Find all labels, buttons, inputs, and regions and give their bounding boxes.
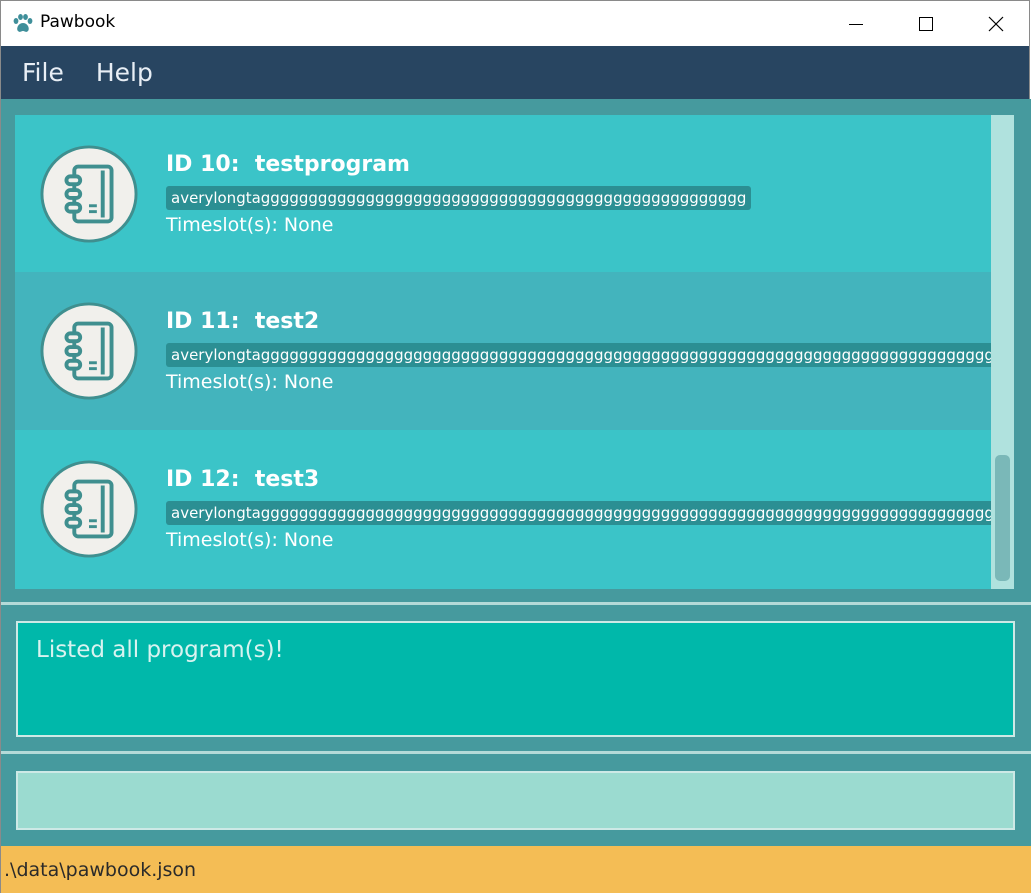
result-text: Listed all program(s)! bbox=[36, 637, 284, 663]
program-title: ID 11: test2 bbox=[166, 309, 320, 334]
result-display: Listed all program(s)! bbox=[16, 621, 1015, 737]
program-card[interactable]: ID 10: testprogram averylongtagggggggggg… bbox=[15, 115, 991, 273]
program-card[interactable]: ID 12: test3 averylongtagggggggggggggggg… bbox=[15, 430, 991, 588]
command-box[interactable] bbox=[16, 771, 1015, 830]
program-tag: averylongtaggggggggggggggggggggggggggggg… bbox=[166, 501, 991, 525]
program-card[interactable]: ID 11: test2 averylongtagggggggggggggggg… bbox=[15, 272, 991, 430]
notebook-icon bbox=[40, 302, 138, 400]
paw-icon bbox=[13, 14, 33, 32]
divider bbox=[1, 602, 1031, 605]
program-tag: averylongtaggggggggggggggggggggggggggggg… bbox=[166, 186, 752, 210]
save-location: .\data\pawbook.json bbox=[4, 858, 197, 881]
program-timeslot: Timeslot(s): None bbox=[166, 529, 334, 551]
divider bbox=[1, 751, 1031, 754]
menu-help[interactable]: Help bbox=[85, 58, 164, 87]
command-input[interactable] bbox=[18, 773, 1013, 828]
close-icon bbox=[988, 16, 1004, 31]
window-title: Pawbook bbox=[40, 12, 116, 32]
minimize-button[interactable] bbox=[821, 1, 891, 46]
notebook-icon bbox=[40, 460, 138, 558]
minimize-icon bbox=[849, 23, 863, 25]
status-bar: .\data\pawbook.json bbox=[1, 846, 1031, 893]
program-timeslot: Timeslot(s): None bbox=[166, 371, 334, 393]
notebook-icon bbox=[40, 145, 138, 243]
scrollbar-thumb[interactable] bbox=[995, 455, 1010, 581]
program-title: ID 10: testprogram bbox=[166, 152, 410, 177]
main-area: ID 10: testprogram averylongtagggggggggg… bbox=[1, 99, 1031, 846]
close-button[interactable] bbox=[961, 1, 1031, 46]
maximize-icon bbox=[919, 16, 933, 31]
program-timeslot: Timeslot(s): None bbox=[166, 214, 334, 236]
menu-file[interactable]: File bbox=[11, 58, 75, 87]
list-scrollbar[interactable] bbox=[991, 115, 1014, 589]
program-tag: averylongtaggggggggggggggggggggggggggggg… bbox=[166, 343, 991, 367]
app-window: Pawbook File Help ID 10: testprogram ave… bbox=[0, 0, 1031, 893]
title-bar: Pawbook bbox=[1, 1, 1029, 46]
maximize-button[interactable] bbox=[891, 1, 961, 46]
program-list: ID 10: testprogram averylongtagggggggggg… bbox=[15, 115, 1014, 589]
menu-bar: File Help bbox=[1, 46, 1029, 99]
program-title: ID 12: test3 bbox=[166, 467, 320, 492]
